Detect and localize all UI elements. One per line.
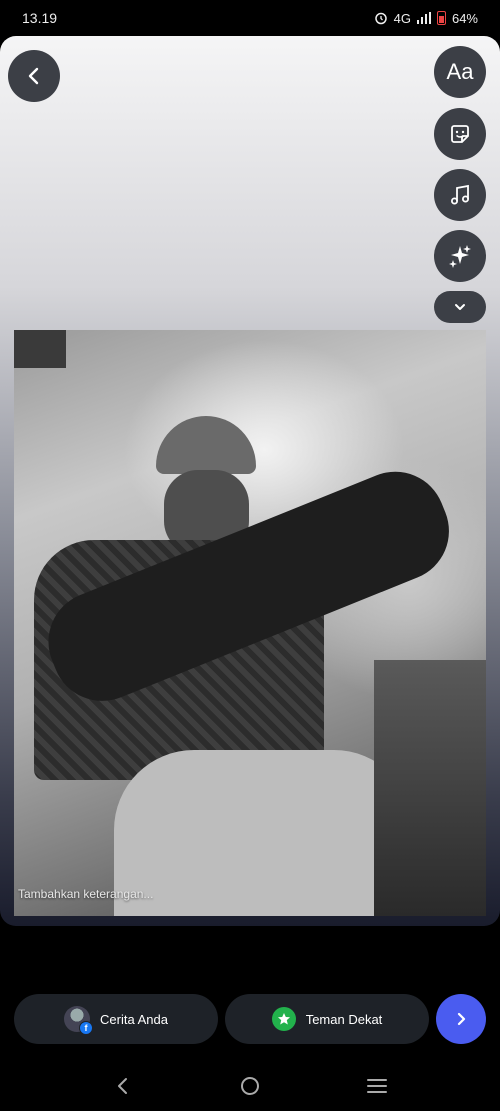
chevron-down-icon (455, 304, 465, 310)
battery-level: 64% (451, 10, 478, 26)
signal-icon (416, 12, 431, 24)
effects-button[interactable] (434, 230, 486, 282)
text-tool-label: Aa (446, 59, 474, 84)
sparkles-icon (449, 245, 471, 268)
story-editor: Aa Tambahkan keterangan... (0, 36, 500, 926)
story-photo[interactable] (14, 330, 486, 916)
share-bar: f Cerita Anda Teman Dekat (0, 994, 500, 1046)
nav-home-icon (240, 1076, 259, 1095)
system-nav-bar (0, 1060, 500, 1111)
green-star-icon (271, 1007, 296, 1031)
photo-speaker (14, 330, 66, 368)
your-story-label: Cerita Anda (100, 1011, 168, 1027)
status-bar: 13.19 4G 64% (0, 0, 500, 36)
nav-recents-button[interactable] (357, 1066, 397, 1106)
photo-chair (374, 660, 486, 916)
facebook-badge-icon: f (79, 1021, 94, 1035)
nav-back-button[interactable] (103, 1066, 143, 1106)
your-story-button[interactable]: f Cerita Anda (14, 994, 218, 1044)
photo-cap (156, 416, 256, 474)
avatar-facebook-icon: f (64, 1006, 94, 1035)
nav-recents-icon (366, 1078, 387, 1093)
caption-input[interactable]: Tambahkan keterangan... (18, 887, 153, 901)
more-tools-button[interactable] (434, 291, 486, 323)
chevron-right-icon (457, 1012, 466, 1026)
music-button[interactable] (434, 169, 486, 221)
alarm-icon (374, 12, 387, 25)
status-icons: 4G 64% (374, 11, 478, 26)
sticker-button[interactable] (434, 108, 486, 160)
sticker-icon (451, 125, 469, 143)
music-note-icon (451, 184, 469, 205)
back-button[interactable] (8, 50, 60, 102)
nav-back-icon (118, 1077, 128, 1094)
text-tool-button[interactable]: Aa (434, 46, 486, 98)
close-friends-button[interactable]: Teman Dekat (225, 994, 429, 1044)
chevron-left-icon (28, 67, 39, 85)
send-button[interactable] (436, 994, 486, 1044)
battery-icon (436, 11, 446, 25)
close-friends-label: Teman Dekat (305, 1011, 383, 1027)
nav-home-button[interactable] (230, 1066, 270, 1106)
photo-jeans (114, 750, 414, 916)
network-label: 4G (393, 10, 411, 26)
status-time: 13.19 (22, 10, 58, 26)
